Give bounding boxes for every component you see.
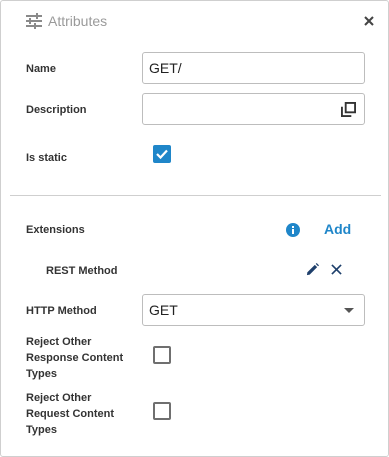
name-label: Name [26,63,56,75]
reject-request-label: Reject Other Request Content Types [26,392,114,436]
extension-item-label: REST Method [46,265,118,277]
close-icon[interactable] [363,15,375,27]
copy-icon[interactable] [341,102,356,117]
remove-extension-icon[interactable] [331,264,342,275]
add-extension-button[interactable]: Add [324,221,351,237]
reject-response-label: Reject Other Response Content Types [26,336,124,380]
reject-response-checkbox[interactable] [153,346,171,364]
description-label: Description [26,104,87,116]
http-method-value: GET [149,302,178,318]
name-input[interactable] [142,52,365,84]
pencil-icon[interactable] [306,263,319,276]
section-divider [10,195,381,196]
is-static-checkbox[interactable] [153,145,171,163]
chevron-down-icon [344,308,354,313]
attributes-panel: Attributes Name Description Is static Ex… [0,0,389,457]
description-field[interactable] [142,93,365,125]
sliders-icon [26,13,42,29]
http-method-label: HTTP Method [26,305,97,317]
check-icon [156,149,168,160]
reject-request-checkbox[interactable] [153,402,171,420]
panel-title: Attributes [48,13,108,29]
info-icon[interactable] [286,223,300,237]
http-method-select[interactable]: GET [142,294,365,326]
extensions-label: Extensions [26,224,85,236]
is-static-label: Is static [26,152,67,164]
